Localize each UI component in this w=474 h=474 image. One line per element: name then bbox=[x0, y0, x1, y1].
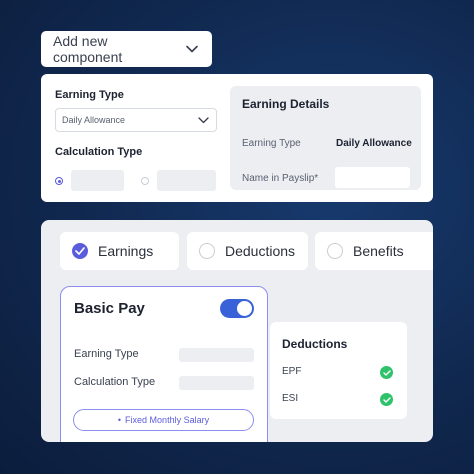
calculation-type-radio-1[interactable] bbox=[55, 177, 63, 185]
name-in-payslip-key: Name in Payslip* bbox=[242, 173, 319, 184]
basic-pay-calculation-type-field[interactable] bbox=[179, 376, 254, 390]
calculation-type-radio-2[interactable] bbox=[141, 177, 149, 185]
earning-details-title: Earning Details bbox=[242, 97, 330, 111]
deduction-item-epf: EPF bbox=[282, 366, 302, 377]
toggle-knob bbox=[237, 301, 252, 316]
fixed-monthly-salary-label: Fixed Monthly Salary bbox=[125, 415, 210, 425]
tab-earnings-label: Earnings bbox=[98, 243, 154, 259]
empty-circle-icon bbox=[327, 243, 343, 259]
component-tabs-card: Earnings Deductions Benefits Basic Pay E… bbox=[41, 220, 433, 442]
calculation-type-field-1[interactable] bbox=[71, 170, 124, 191]
tab-benefits[interactable]: Benefits bbox=[315, 232, 433, 270]
calculation-type-field-2[interactable] bbox=[157, 170, 216, 191]
check-circle-icon bbox=[380, 366, 393, 379]
deductions-summary-title: Deductions bbox=[282, 337, 348, 351]
basic-pay-earning-type-label: Earning Type bbox=[74, 348, 139, 360]
basic-pay-card: Basic Pay Earning Type Calculation Type … bbox=[60, 286, 268, 442]
tab-earnings[interactable]: Earnings bbox=[60, 232, 179, 270]
earning-config-card: Earning Type Daily Allowance Calculation… bbox=[41, 74, 433, 202]
chevron-down-icon bbox=[198, 114, 210, 126]
basic-pay-toggle[interactable] bbox=[220, 299, 254, 318]
name-in-payslip-input[interactable] bbox=[335, 167, 410, 188]
basic-pay-calculation-type-label: Calculation Type bbox=[74, 376, 156, 388]
calculation-type-label: Calculation Type bbox=[55, 146, 143, 158]
details-earning-type-key: Earning Type bbox=[242, 138, 301, 149]
empty-circle-icon bbox=[199, 243, 215, 259]
tab-deductions[interactable]: Deductions bbox=[187, 232, 308, 270]
basic-pay-earning-type-field[interactable] bbox=[179, 348, 254, 362]
add-component-dropdown[interactable]: Add new component bbox=[41, 31, 212, 67]
check-circle-icon bbox=[72, 243, 88, 259]
add-component-label: Add new component bbox=[53, 33, 123, 65]
earning-type-selected-value: Daily Allowance bbox=[62, 115, 126, 125]
deduction-item-esi: ESI bbox=[282, 393, 299, 404]
earning-type-label: Earning Type bbox=[55, 89, 124, 101]
earning-details-panel: Earning Details Earning Type Daily Allow… bbox=[230, 86, 421, 190]
tab-benefits-label: Benefits bbox=[353, 243, 404, 259]
earning-type-select[interactable]: Daily Allowance bbox=[55, 108, 217, 132]
deductions-summary-card: Deductions EPF ESI bbox=[270, 322, 407, 419]
basic-pay-title: Basic Pay bbox=[74, 300, 145, 317]
chevron-down-icon bbox=[185, 41, 200, 57]
tab-deductions-label: Deductions bbox=[225, 243, 296, 259]
check-circle-icon bbox=[380, 393, 393, 406]
details-earning-type-value: Daily Allowance bbox=[336, 138, 412, 149]
bullet-icon: • bbox=[117, 415, 122, 425]
fixed-monthly-salary-button[interactable]: • Fixed Monthly Salary bbox=[73, 409, 254, 431]
